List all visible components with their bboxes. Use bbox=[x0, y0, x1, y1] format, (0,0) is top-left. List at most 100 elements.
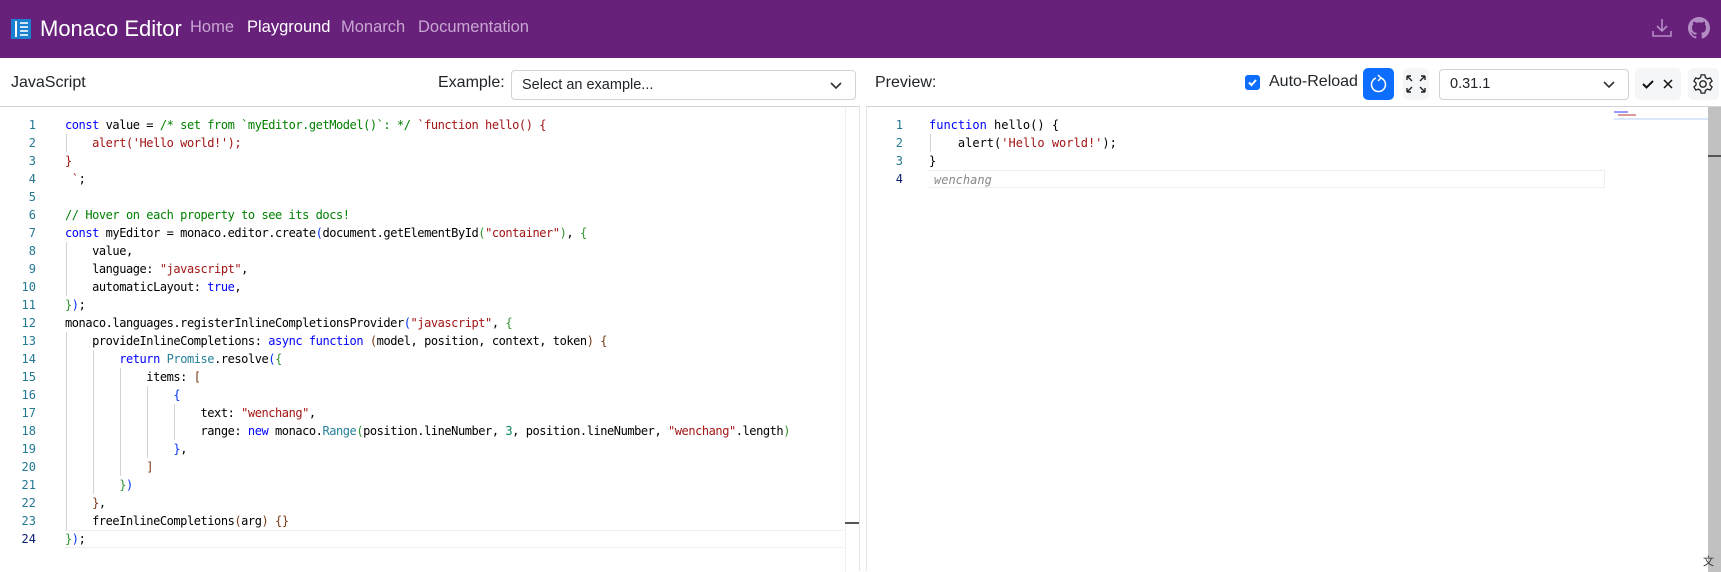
line-number: 5 bbox=[28, 190, 36, 204]
code-token: ; bbox=[78, 298, 86, 312]
close-icon[interactable] bbox=[1661, 77, 1675, 91]
code-token: function bbox=[929, 118, 987, 132]
code-token: } bbox=[92, 496, 99, 510]
line-number: 1 bbox=[28, 118, 36, 132]
line-number: 2 bbox=[28, 136, 36, 150]
code-line: monaco.languages.registerInlineCompletio… bbox=[65, 314, 513, 332]
code-token: document.getElementById bbox=[322, 226, 479, 240]
version-select[interactable]: 0.31.1 bbox=[1439, 69, 1629, 100]
current-line-highlight bbox=[63, 530, 843, 548]
minimap[interactable] bbox=[1614, 107, 1708, 572]
code-token: position.lineNumber, bbox=[363, 424, 506, 438]
indent-guide bbox=[93, 422, 95, 440]
line-number: 7 bbox=[28, 226, 36, 240]
code-token: , bbox=[180, 442, 187, 456]
code-token: ) bbox=[125, 478, 133, 492]
indent-guide bbox=[66, 476, 67, 494]
indent-guide bbox=[930, 134, 931, 152]
reload-button[interactable] bbox=[1363, 68, 1394, 100]
line-number: 15 bbox=[21, 370, 36, 384]
code-token: ) bbox=[71, 298, 79, 312]
line-number: 24 bbox=[21, 532, 36, 546]
code-token: "javascript" bbox=[410, 316, 493, 330]
code-line: text: "wenchang", bbox=[65, 404, 316, 422]
indent-guide bbox=[147, 422, 149, 440]
indent-guide bbox=[66, 440, 67, 458]
nav-playground[interactable]: Playground bbox=[247, 18, 330, 37]
code-token: text: bbox=[65, 406, 242, 420]
indent-guide bbox=[66, 512, 67, 530]
code-token: } bbox=[65, 154, 72, 168]
code-token: items: bbox=[65, 370, 194, 384]
code-token: alert( bbox=[929, 136, 1002, 150]
indent-guide bbox=[120, 386, 122, 404]
code-token: alert('Hello world!'); bbox=[65, 136, 242, 150]
indent-guide bbox=[66, 404, 67, 422]
settings-button[interactable] bbox=[1688, 68, 1719, 100]
line-number: 10 bbox=[21, 280, 36, 294]
code-token: ( bbox=[369, 334, 377, 348]
code-token: , bbox=[241, 262, 248, 276]
code-token: , position.lineNumber, bbox=[512, 424, 668, 438]
gear-icon bbox=[1693, 74, 1713, 94]
code-line: }); bbox=[65, 530, 86, 548]
line-number: 22 bbox=[21, 496, 36, 510]
line-number: 8 bbox=[28, 244, 36, 258]
code-token: monaco. bbox=[268, 424, 323, 438]
code-token: {} bbox=[275, 514, 289, 528]
fullscreen-button[interactable] bbox=[1403, 68, 1429, 100]
code-token: } bbox=[119, 478, 126, 492]
indent-guide bbox=[66, 332, 67, 350]
download-icon[interactable] bbox=[1651, 17, 1673, 39]
indent-guide bbox=[120, 422, 122, 440]
code-token: { bbox=[275, 352, 282, 366]
line-number: 6 bbox=[28, 208, 36, 222]
nav-home[interactable]: Home bbox=[190, 18, 234, 37]
version-confirm-group bbox=[1635, 68, 1681, 100]
nav-documentation[interactable]: Documentation bbox=[418, 18, 529, 37]
preview-editor[interactable]: 文 1 function hello() {2 alert('Hello worl… bbox=[866, 106, 1721, 572]
code-line: function hello() { bbox=[929, 116, 1059, 134]
indent-guide bbox=[93, 386, 95, 404]
editor-scrollbar[interactable] bbox=[845, 107, 859, 572]
nav-monarch[interactable]: Monarch bbox=[341, 18, 405, 37]
code-token: return bbox=[119, 352, 160, 366]
code-line: { bbox=[65, 386, 180, 404]
code-token: new bbox=[247, 424, 269, 438]
indent-guide bbox=[66, 242, 67, 260]
code-line: }); bbox=[65, 296, 86, 314]
code-token: , bbox=[491, 316, 506, 330]
auto-reload-checkbox[interactable] bbox=[1245, 75, 1260, 90]
code-token: , bbox=[234, 280, 242, 294]
code-token: model, position, context, token bbox=[376, 334, 587, 348]
indent-guide bbox=[66, 458, 67, 476]
code-token: { bbox=[173, 388, 181, 402]
line-number: 4 bbox=[895, 172, 903, 186]
top-navbar: Monaco Editor Home Playground Monarch Do… bbox=[0, 0, 1721, 58]
code-token: "wenchang" bbox=[668, 424, 736, 438]
check-icon[interactable] bbox=[1641, 77, 1655, 91]
code-token: async bbox=[268, 334, 303, 348]
example-select[interactable]: Select an example... bbox=[511, 70, 856, 100]
github-icon[interactable] bbox=[1688, 17, 1710, 39]
code-line: automaticLayout: true, bbox=[65, 278, 242, 296]
line-number: 23 bbox=[21, 514, 36, 528]
preview-scrollbar[interactable] bbox=[1708, 107, 1721, 572]
translate-icon[interactable]: 文 bbox=[1703, 553, 1714, 569]
code-line: value, bbox=[65, 242, 133, 260]
code-line: const myEditor = monaco.editor.create(do… bbox=[65, 224, 587, 242]
code-line: } bbox=[65, 152, 72, 170]
indent-guide bbox=[174, 404, 176, 422]
indent-guide bbox=[66, 368, 67, 386]
example-select-value: Select an example... bbox=[522, 77, 654, 93]
code-editor[interactable]: 1 const value = /* set from `myEditor.get… bbox=[0, 106, 860, 572]
code-token: function bbox=[308, 334, 364, 348]
scrollbar-cursor-marker bbox=[845, 522, 859, 524]
code-token: { bbox=[600, 334, 608, 348]
line-number: 17 bbox=[21, 406, 36, 420]
brand-link[interactable]: Monaco Editor bbox=[40, 16, 182, 42]
code-token: { bbox=[505, 316, 513, 330]
code-token: .length bbox=[735, 424, 784, 438]
